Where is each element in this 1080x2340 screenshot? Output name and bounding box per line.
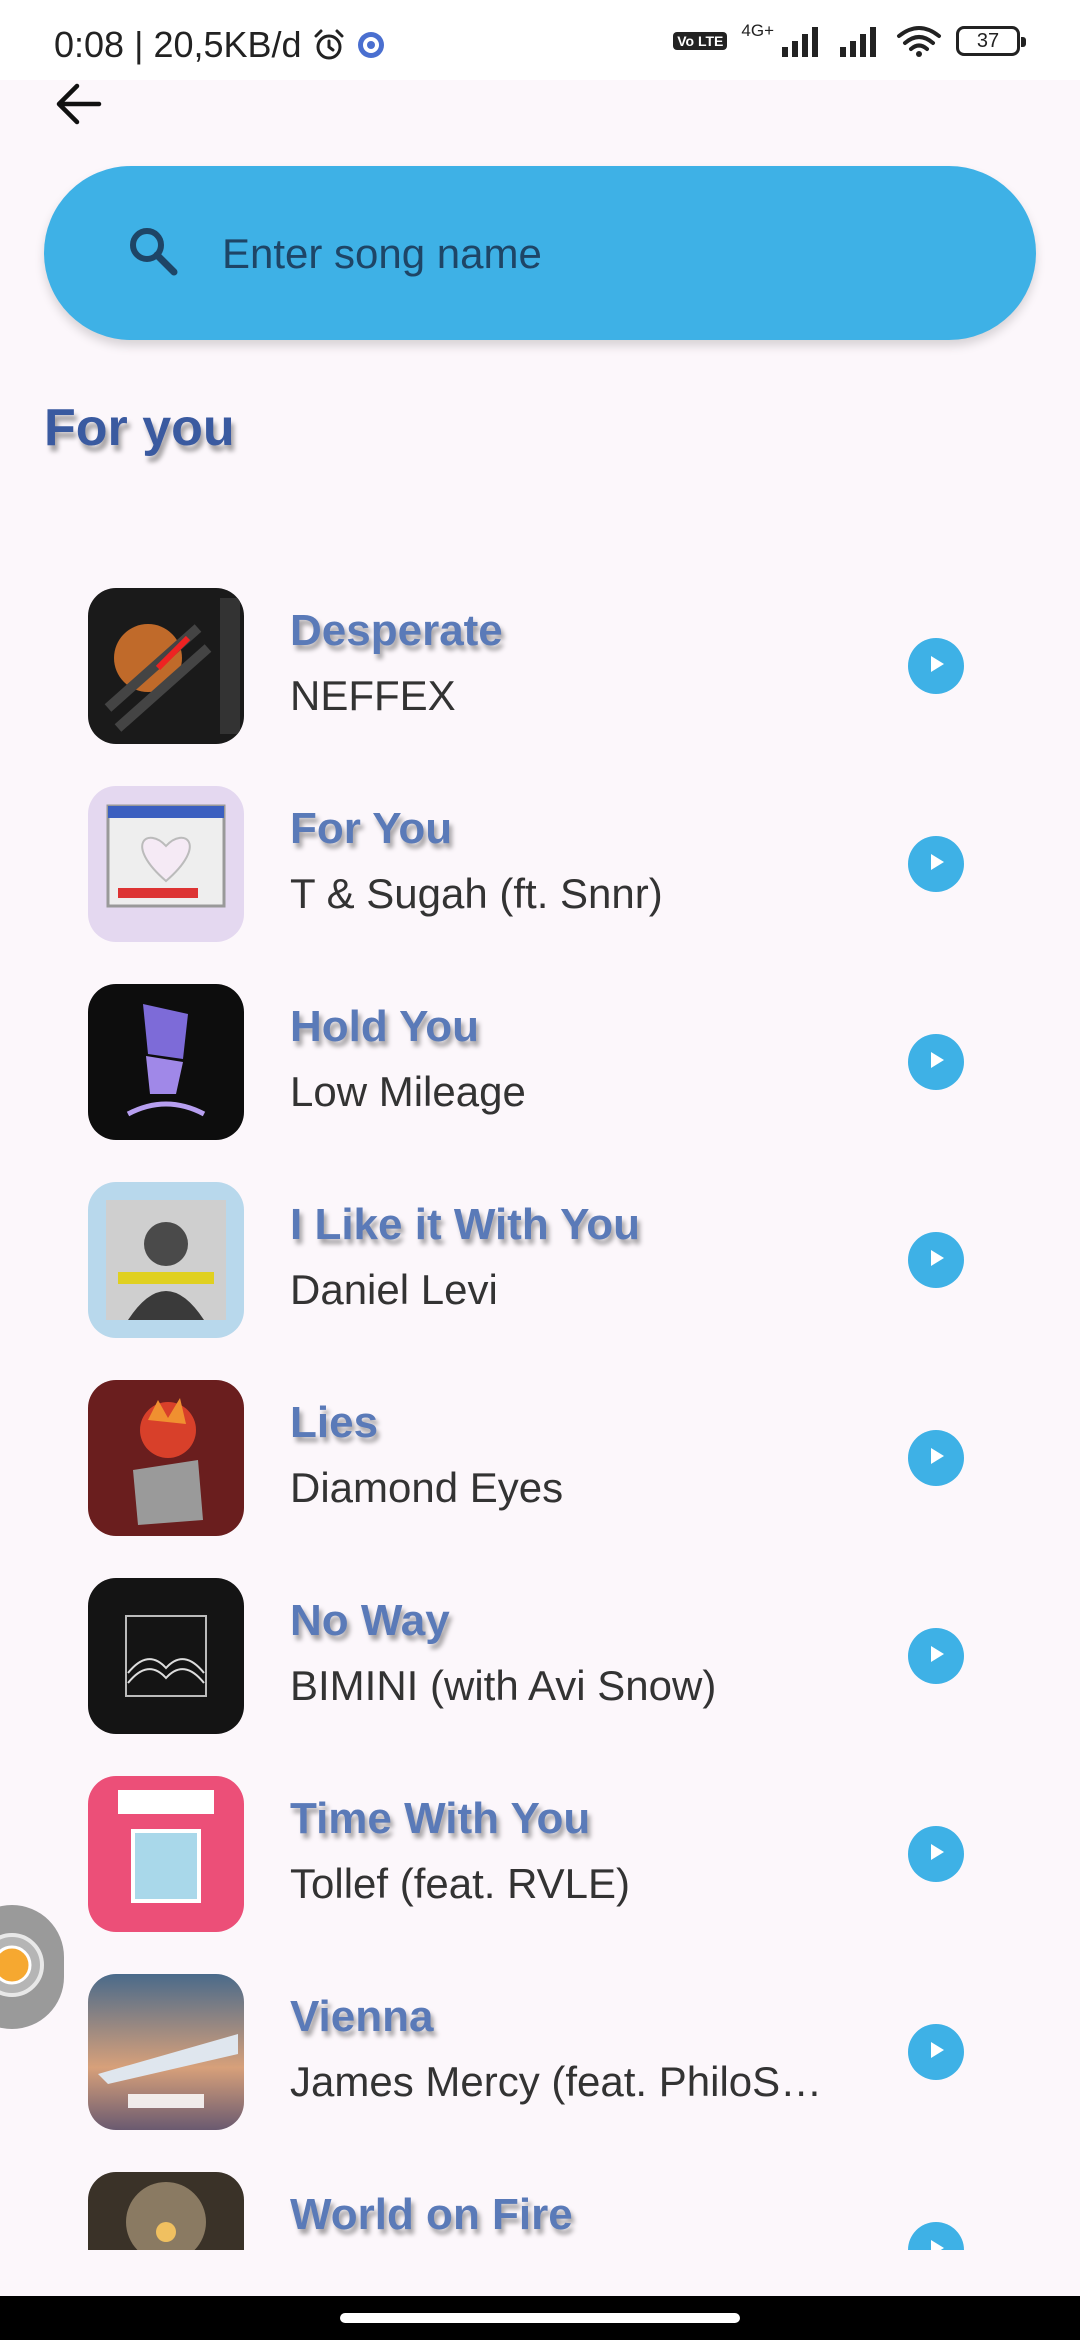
play-button[interactable]	[908, 1034, 964, 1090]
song-row[interactable]: Hold You Low Mileage	[0, 964, 1080, 1162]
song-title: I Like it With You	[290, 1200, 640, 1249]
album-art	[88, 588, 244, 744]
song-artist: Diamond Eyes	[290, 1464, 564, 1511]
song-title: No Way	[290, 1596, 450, 1645]
app-notification-icon	[356, 30, 386, 60]
song-title: Time With You	[290, 1794, 591, 1843]
play-icon	[924, 1444, 948, 1473]
song-list[interactable]: Desperate NEFFEX For You T & Sugah (ft. …	[0, 568, 1080, 2250]
signal-icon	[780, 25, 824, 57]
song-title: Desperate	[290, 606, 503, 655]
song-title: Vienna	[290, 1992, 434, 2041]
assistive-icon	[0, 1930, 47, 2005]
song-artist: NEFFEX	[290, 672, 456, 719]
song-row[interactable]: Lies Diamond Eyes	[0, 1360, 1080, 1558]
arrow-left-icon	[53, 82, 103, 131]
song-row[interactable]: Time With You Tollef (feat. RVLE)	[0, 1756, 1080, 1954]
song-artist: Tollef (feat. RVLE)	[290, 1860, 631, 1907]
album-art	[88, 1380, 244, 1536]
section-title: For you	[44, 399, 235, 457]
play-button[interactable]	[908, 2222, 964, 2250]
volte-badge: Vo LTE	[673, 32, 728, 50]
status-data-speed: 20,5KB/d	[153, 24, 302, 65]
status-separator: |	[134, 24, 144, 65]
play-button[interactable]	[908, 1628, 964, 1684]
play-button[interactable]	[908, 836, 964, 892]
play-button[interactable]	[908, 2024, 964, 2080]
song-artist: Low Mileage	[290, 1068, 526, 1115]
song-artist: Daniel Levi	[290, 1266, 498, 1313]
play-button[interactable]	[908, 1430, 964, 1486]
play-icon	[924, 1642, 948, 1671]
signal-icon-2	[838, 25, 882, 57]
song-artist: James Mercy (feat. PhiloS…	[290, 2058, 823, 2105]
back-button[interactable]	[46, 74, 110, 138]
play-icon	[924, 1840, 948, 1869]
song-title: Lies	[290, 1398, 379, 1447]
album-art	[88, 1578, 244, 1734]
song-row[interactable]: Desperate NEFFEX	[0, 568, 1080, 766]
alarm-icon	[312, 28, 346, 62]
song-row[interactable]: Vienna James Mercy (feat. PhiloS…	[0, 1954, 1080, 2152]
album-art	[88, 984, 244, 1140]
play-icon	[924, 2038, 948, 2067]
status-bar: 0:08 | 20,5KB/d Vo LTE 4G+ 37	[0, 0, 1080, 80]
album-art	[88, 1776, 244, 1932]
album-art	[88, 1974, 244, 2130]
song-row[interactable]: For You T & Sugah (ft. Snnr)	[0, 766, 1080, 964]
album-art	[88, 1182, 244, 1338]
search-icon	[126, 224, 180, 283]
album-art	[88, 2172, 244, 2250]
song-title: World on Fire	[290, 2190, 573, 2239]
network-type: 4G+	[741, 21, 774, 40]
play-icon	[924, 652, 948, 681]
status-left: 0:08 | 20,5KB/d	[54, 24, 386, 66]
play-button[interactable]	[908, 638, 964, 694]
home-indicator[interactable]	[340, 2313, 740, 2323]
search-bar[interactable]	[44, 166, 1036, 340]
battery-level: 37	[976, 29, 1000, 52]
song-artist: T & Sugah (ft. Snnr)	[290, 870, 663, 917]
wifi-icon	[896, 24, 942, 58]
play-icon	[924, 2236, 948, 2250]
song-row[interactable]: World on Fire	[0, 2152, 1080, 2250]
play-button[interactable]	[908, 1232, 964, 1288]
song-row[interactable]: I Like it With You Daniel Levi	[0, 1162, 1080, 1360]
play-button[interactable]	[908, 1826, 964, 1882]
song-title: Hold You	[290, 1002, 480, 1051]
song-artist: BIMINI (with Avi Snow)	[290, 1662, 717, 1709]
status-time: 0:08	[54, 24, 125, 65]
play-icon	[924, 1048, 948, 1077]
play-icon	[924, 850, 948, 879]
song-row[interactable]: No Way BIMINI (with Avi Snow)	[0, 1558, 1080, 1756]
battery-icon: 37	[956, 26, 1026, 56]
song-title: For You	[290, 804, 453, 853]
play-icon	[924, 1246, 948, 1275]
status-right: Vo LTE 4G+ 37	[673, 21, 1026, 58]
album-art	[88, 786, 244, 942]
search-input[interactable]	[220, 220, 984, 288]
